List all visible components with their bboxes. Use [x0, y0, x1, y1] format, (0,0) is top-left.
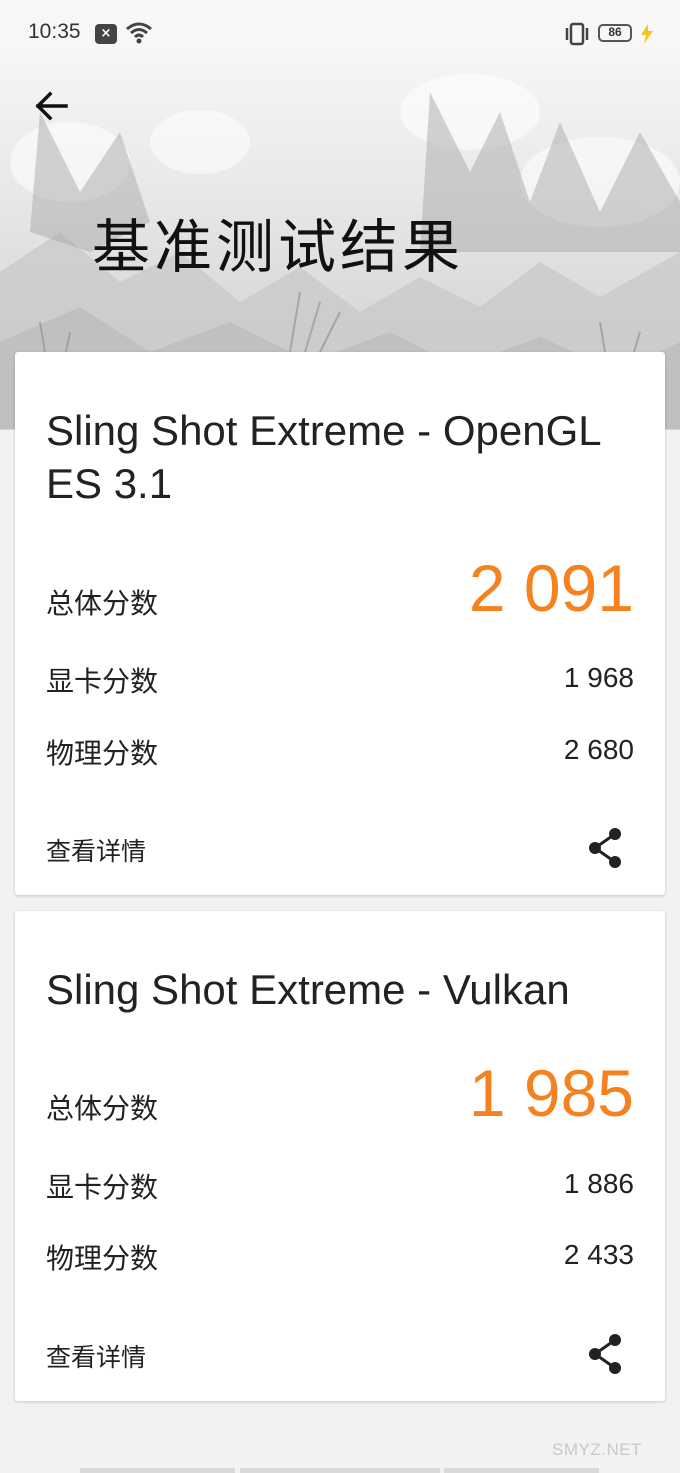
charging-bolt-icon: [641, 24, 653, 44]
physics-score-value: 2 680: [563, 734, 634, 765]
share-icon[interactable]: [585, 1332, 625, 1376]
overall-score-label: 总体分数: [46, 587, 159, 620]
overall-score-value: 1 985: [468, 1056, 634, 1130]
physics-score-value: 2 433: [563, 1239, 634, 1270]
battery-icon: 86: [598, 24, 632, 42]
physics-score-label: 物理分数: [46, 737, 159, 770]
result-card-vulkan: Sling Shot Extreme - Vulkan 总体分数 1 985 显…: [15, 911, 665, 1401]
view-details-link[interactable]: 查看详情: [46, 832, 146, 868]
status-time: 10:35: [28, 20, 81, 43]
overall-score-value: 2 091: [468, 551, 634, 625]
graphics-score-value: 1 886: [563, 1168, 634, 1199]
notification-icon: ×: [95, 24, 117, 44]
overall-score-label: 总体分数: [46, 1092, 159, 1125]
bottom-bar-segment: [80, 1468, 235, 1473]
page-title: 基准测试结果: [92, 213, 465, 281]
battery-level: 86: [608, 25, 622, 39]
result-title: Sling Shot Extreme - Vulkan: [46, 966, 570, 1013]
result-card-opengl: Sling Shot Extreme - OpenGL ES 3.1 总体分数 …: [15, 352, 665, 895]
share-icon[interactable]: [585, 826, 625, 870]
result-title: Sling Shot Extreme - OpenGL ES 3.1: [46, 407, 601, 507]
vibrate-icon: [565, 22, 589, 46]
bottom-bar-segment: [240, 1468, 440, 1473]
graphics-score-label: 显卡分数: [46, 665, 159, 698]
arrow-left-icon[interactable]: [32, 86, 72, 126]
watermark: SMYZ.NET: [552, 1440, 642, 1459]
graphics-score-value: 1 968: [563, 662, 634, 693]
graphics-score-label: 显卡分数: [46, 1171, 159, 1204]
physics-score-label: 物理分数: [46, 1242, 159, 1275]
wifi-icon: [126, 22, 152, 44]
view-details-link[interactable]: 查看详情: [46, 1338, 146, 1374]
bottom-bar-segment: [444, 1468, 599, 1473]
